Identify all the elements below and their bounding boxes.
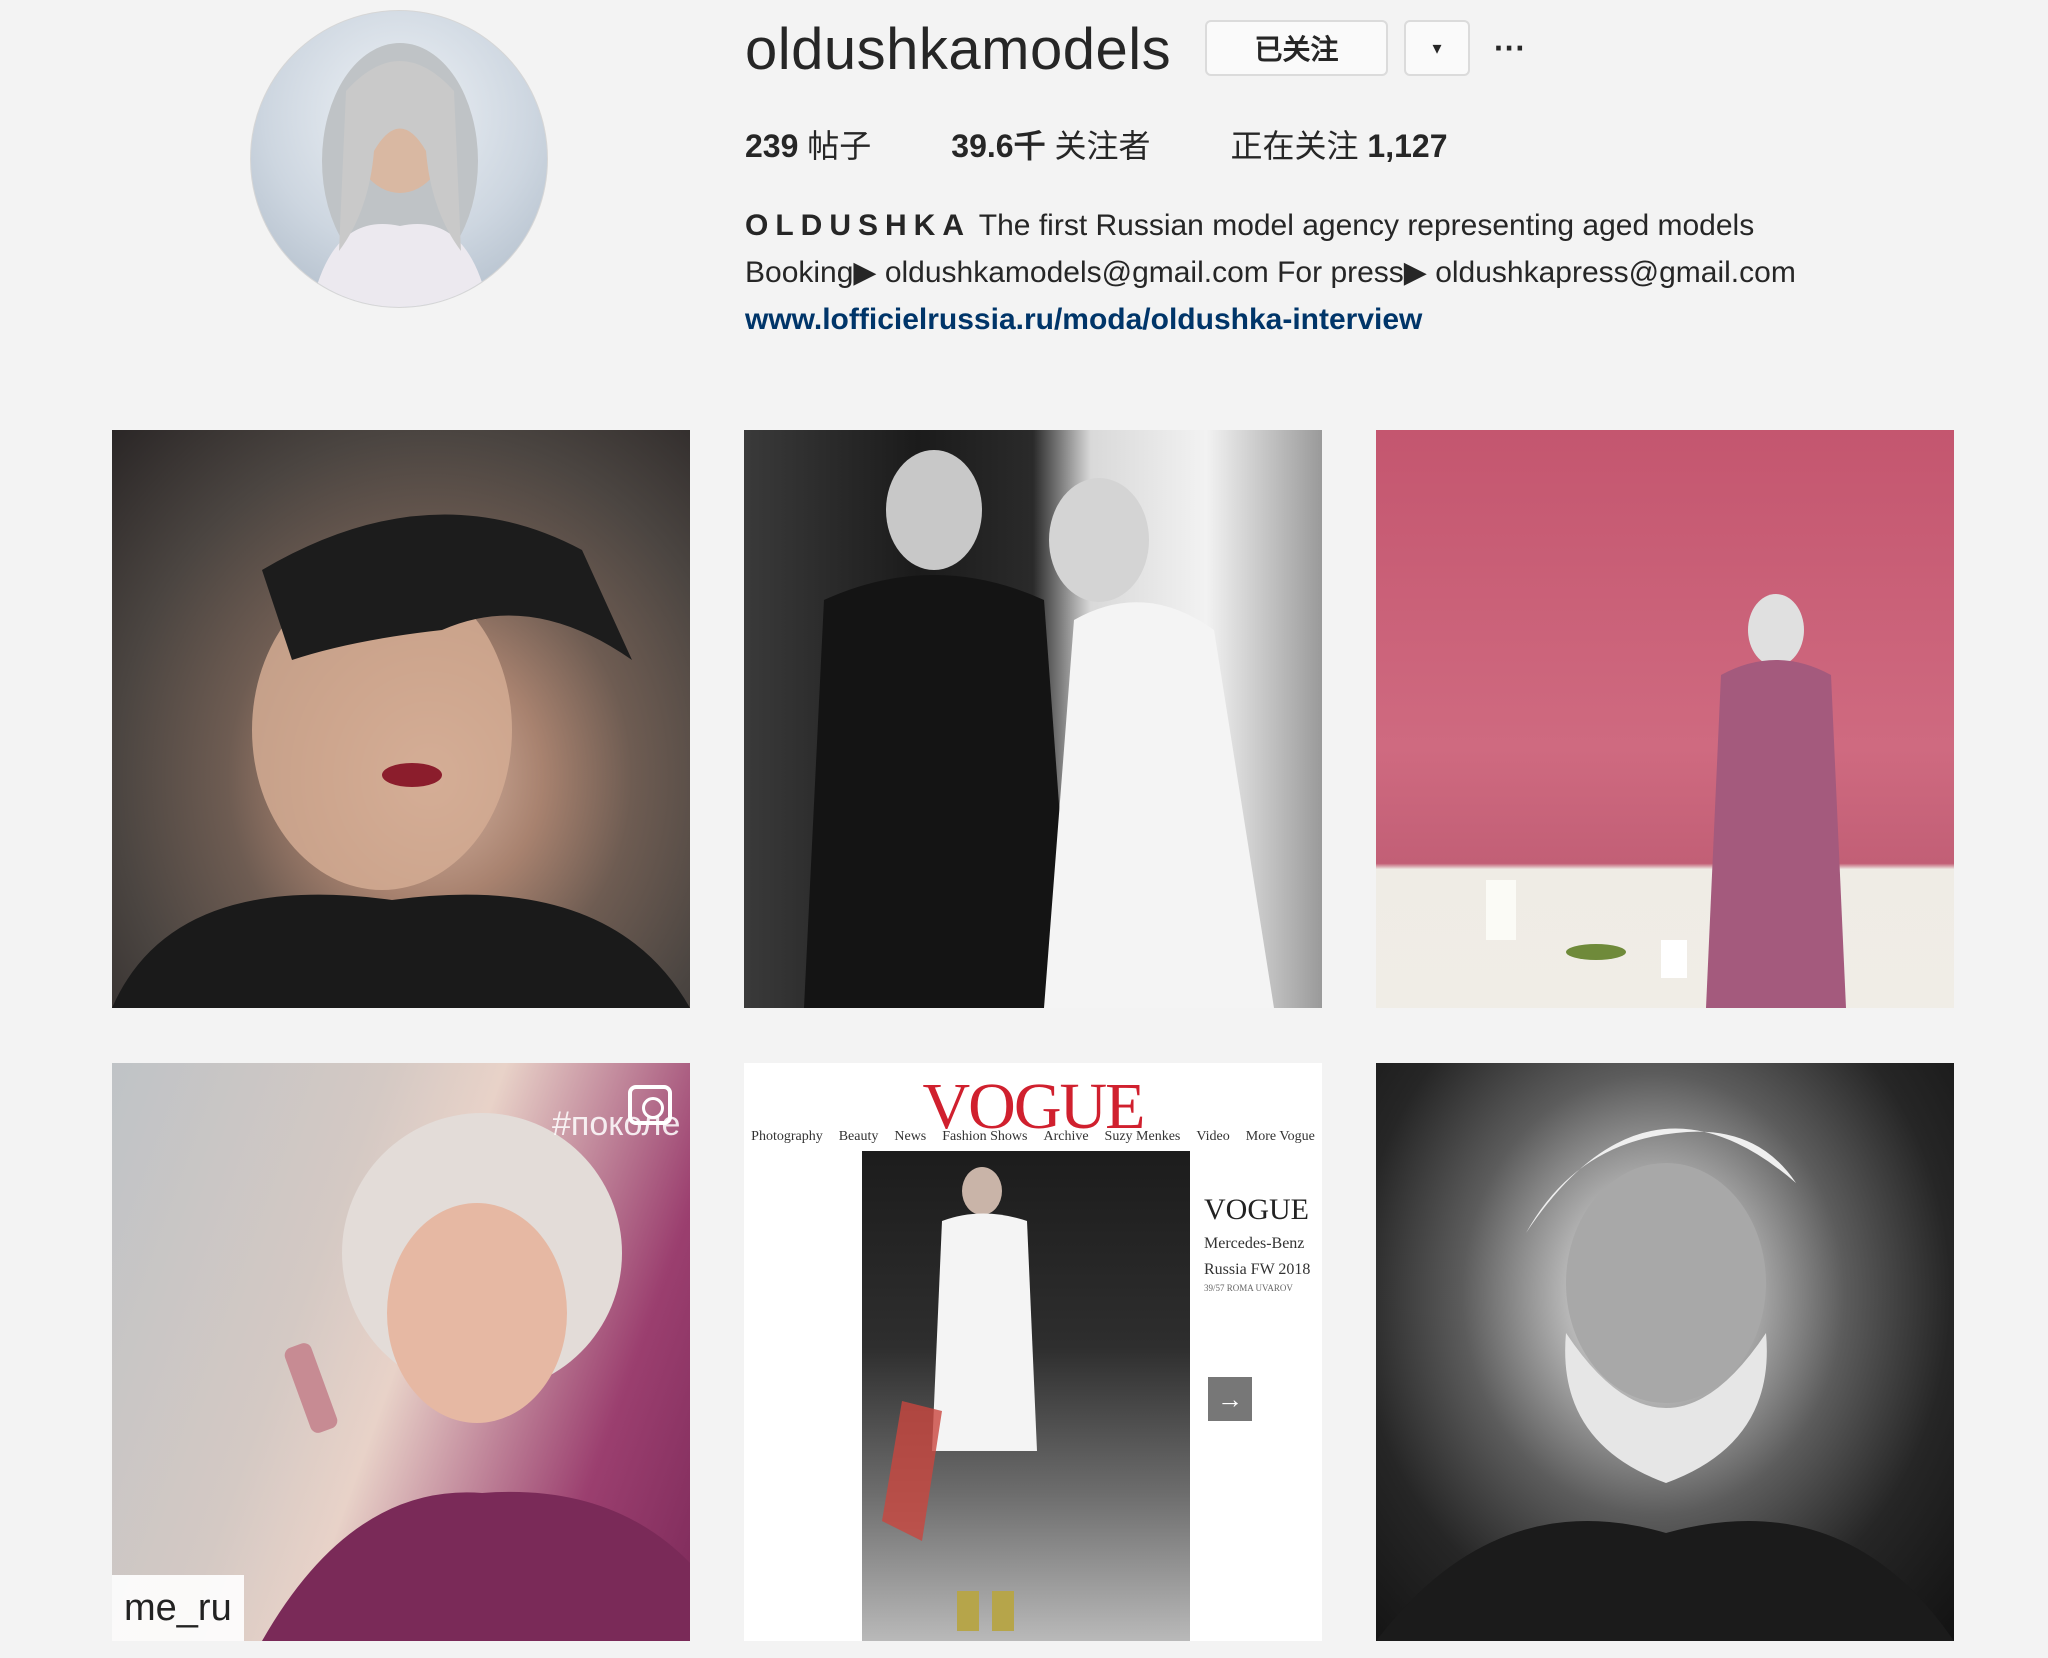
profile-stats: 239 帖子 39.6千 关注者 正在关注 1,127 xyxy=(745,124,1527,168)
vogue-nav-item: More Vogue xyxy=(1245,1129,1315,1144)
vogue-nav-item: Video xyxy=(1196,1129,1230,1144)
post-tile[interactable] xyxy=(1376,1063,1954,1641)
vogue-nav-item: Beauty xyxy=(838,1129,879,1144)
posts-count-label: 帖子 xyxy=(807,128,872,164)
followers-count[interactable]: 39.6千 关注者 xyxy=(951,124,1150,168)
followers-count-value: 39.6千 xyxy=(951,128,1046,164)
vogue-side-title: Mercedes-Benz xyxy=(1204,1235,1305,1252)
suggestions-dropdown-button[interactable]: ▾ xyxy=(1404,20,1470,76)
followers-count-label: 关注者 xyxy=(1054,128,1151,164)
runway-photo xyxy=(862,1151,1190,1641)
following-count-value: 1,127 xyxy=(1367,128,1448,164)
chevron-down-icon: ▾ xyxy=(1432,37,1442,58)
following-count-label: 正在关注 xyxy=(1230,128,1359,164)
post-tile[interactable]: VOGUE Photography Beauty News Fashion Sh… xyxy=(744,1063,1322,1641)
vogue-nav-item: Suzy Menkes xyxy=(1104,1129,1181,1144)
video-caption: me_ru xyxy=(112,1575,244,1641)
following-count[interactable]: 正在关注 1,127 xyxy=(1231,124,1448,168)
bio-external-link[interactable]: www.lofficielrussia.ru/moda/oldushka-int… xyxy=(745,303,1422,336)
posts-count: 239 帖子 xyxy=(745,124,871,168)
profile-avatar[interactable] xyxy=(250,10,548,308)
vogue-nav: Photography Beauty News Fashion Shows Ar… xyxy=(744,1129,1322,1145)
following-button[interactable]: 已关注 xyxy=(1205,20,1388,76)
post-tile[interactable] xyxy=(744,430,1322,1008)
profile-username: oldushkamodels xyxy=(745,17,1172,82)
arrow-right-icon: → xyxy=(1208,1377,1252,1421)
video-hashtag: #поколе xyxy=(552,1105,681,1143)
post-tile[interactable] xyxy=(112,430,690,1008)
vogue-nav-item: News xyxy=(894,1129,927,1144)
bio-line-1: OLDUSHKA The first Russian model agency … xyxy=(745,202,1796,249)
more-options-icon[interactable]: ··· xyxy=(1492,24,1528,72)
post-tile[interactable] xyxy=(1376,430,1954,1008)
vogue-side-logo: VOGUE xyxy=(1204,1193,1309,1226)
bio-description: The first Russian model agency represent… xyxy=(971,209,1755,242)
bio-line-2: Booking▶ oldushkamodels@gmail.com For pr… xyxy=(745,256,1796,289)
vogue-sidebar: VOGUE Mercedes-Benz Russia FW 2018 39/57… xyxy=(1204,1193,1322,1293)
post-tile[interactable]: #поколе me_ru xyxy=(112,1063,690,1641)
profile-bio: OLDUSHKA The first Russian model agency … xyxy=(745,202,1796,343)
vogue-nav-item: Photography xyxy=(751,1129,823,1144)
vogue-nav-item: Archive xyxy=(1043,1129,1089,1144)
vogue-side-subtitle: Russia FW 2018 xyxy=(1204,1261,1311,1278)
profile-full-name: OLDUSHKA xyxy=(745,209,971,242)
posts-count-value: 239 xyxy=(745,128,799,164)
vogue-nav-item: Fashion Shows xyxy=(942,1129,1028,1144)
vogue-side-credit: 39/57 ROMA UVAROV xyxy=(1204,1283,1293,1293)
